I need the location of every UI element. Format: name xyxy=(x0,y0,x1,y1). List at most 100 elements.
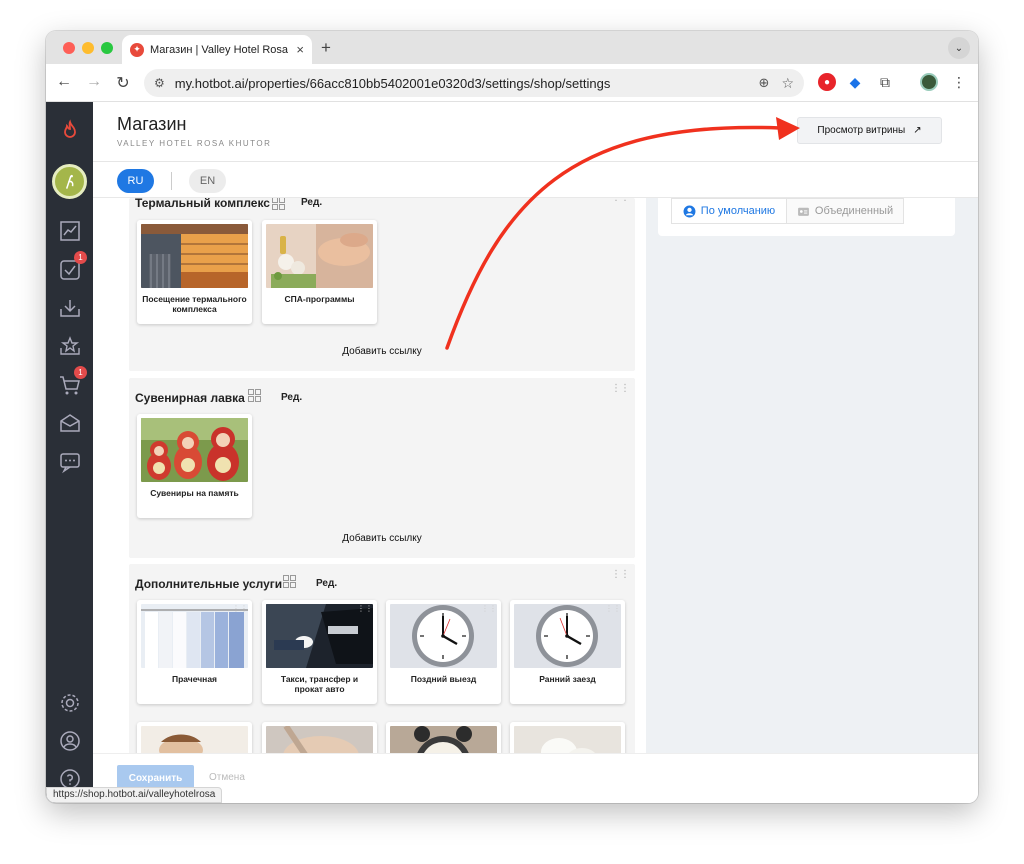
section-title: Сувенирная лавка xyxy=(135,391,245,405)
massage-hands-image xyxy=(266,726,373,753)
product-card-partial[interactable] xyxy=(510,722,625,753)
zoom-icon[interactable]: ⊕ xyxy=(759,75,770,91)
product-card-early-checkin[interactable]: Ранний заезд ⋮⋮ xyxy=(510,600,625,704)
link-hover-status-bar: https://shop.hotbot.ai/valleyhotelrosa xyxy=(46,787,223,803)
product-card-souvenirs[interactable]: Сувениры на память xyxy=(137,414,252,518)
language-ru-button[interactable]: RU xyxy=(117,169,154,193)
language-divider xyxy=(171,172,172,190)
hotbot-flame-icon[interactable] xyxy=(55,116,84,145)
browser-tab-active[interactable]: ✦ Магазин | Valley Hotel Rosa Khutor × xyxy=(122,35,312,64)
tab-search-chevron-icon[interactable]: ⌄ xyxy=(948,37,970,59)
close-window-button[interactable] xyxy=(63,42,75,54)
towels-image xyxy=(514,726,621,753)
tab-title: Магазин | Valley Hotel Rosa Khutor xyxy=(150,43,290,56)
product-card-partial[interactable] xyxy=(137,722,252,753)
sidebar: 1 1 xyxy=(46,102,93,803)
grid-layout-icon[interactable] xyxy=(248,389,261,402)
section-edit-button[interactable]: Ред. xyxy=(316,578,337,589)
product-card-label: Сувениры на память xyxy=(150,488,239,498)
section-souvenir-shop: Сувенирная лавка Ред. ⋮⋮ Сувениры на пам… xyxy=(129,378,635,558)
forward-arrow-icon[interactable]: → xyxy=(84,73,104,91)
card-drag-handle-icon[interactable]: ⋮⋮ xyxy=(357,604,373,613)
hotbot-favicon-icon: ✦ xyxy=(130,42,144,57)
product-card-spa[interactable]: СПА-программы xyxy=(262,220,377,324)
storefront-preview-button[interactable]: Просмотр витрины ↗ xyxy=(797,117,942,144)
grid-layout-icon[interactable] xyxy=(283,575,296,588)
car-door-image xyxy=(266,604,373,668)
view-merged-option[interactable]: Объединенный xyxy=(787,199,903,223)
ublock-extension-icon[interactable]: ● xyxy=(818,73,836,91)
drag-handle-icon[interactable]: ⋮⋮ xyxy=(611,569,630,580)
language-en-button[interactable]: EN xyxy=(189,169,226,193)
section-additional-services: Дополнительные услуги Ред. ⋮⋮ Прачечная … xyxy=(129,564,635,753)
section-thermal-complex: Термальный комплекс Ред. ⋮⋮ Посещение те… xyxy=(129,198,635,371)
drag-handle-icon[interactable]: ⋮⋮ xyxy=(611,383,630,394)
product-card-label: Ранний заезд xyxy=(539,674,596,684)
product-card-thermal[interactable]: Посещение термального комплекса xyxy=(137,220,252,324)
address-bar[interactable]: ⚙ my.hotbot.ai/properties/66acc810bb5402… xyxy=(144,69,804,97)
cart-badge: 1 xyxy=(74,366,87,379)
maximize-window-button[interactable] xyxy=(101,42,113,54)
user-circle-icon xyxy=(683,205,696,217)
reload-icon[interactable]: ↻ xyxy=(113,73,133,93)
form-footer: Сохранить Отмена xyxy=(93,753,978,803)
tasks-check-icon[interactable]: 1 xyxy=(55,251,87,284)
tab-close-icon[interactable]: × xyxy=(296,42,304,57)
product-card-laundry[interactable]: Прачечная ⋮⋮ xyxy=(137,600,252,704)
product-card-label: Прачечная xyxy=(171,674,218,684)
browser-menu-icon[interactable]: ⋮ xyxy=(950,73,968,91)
add-link-button[interactable]: Добавить ссылку xyxy=(129,346,635,357)
address-url[interactable]: my.hotbot.ai/properties/66acc810bb540200… xyxy=(175,76,751,91)
cancel-button[interactable]: Отмена xyxy=(209,772,245,783)
new-tab-button[interactable]: + xyxy=(321,38,331,58)
product-card-partial[interactable] xyxy=(262,722,377,753)
inbox-download-icon[interactable] xyxy=(55,293,84,322)
grid-layout-icon[interactable] xyxy=(272,198,285,210)
browser-toolbar: ← → ↻ ⚙ my.hotbot.ai/properties/66acc810… xyxy=(46,64,978,102)
alarm-clock-image xyxy=(390,726,497,753)
view-mode-toggle: По умолчанию Объединенный xyxy=(671,198,904,224)
view-default-label: По умолчанию xyxy=(700,205,776,217)
section-title: Термальный комплекс xyxy=(135,198,270,210)
user-profile-icon[interactable] xyxy=(55,726,84,755)
minimize-window-button[interactable] xyxy=(82,42,94,54)
matryoshka-dolls-image xyxy=(141,418,248,482)
drag-handle-icon[interactable]: ⋮⋮ xyxy=(611,198,630,203)
chat-bubble-icon[interactable] xyxy=(55,447,84,476)
product-card-partial[interactable] xyxy=(386,722,501,753)
spa-massage-image xyxy=(266,224,373,288)
language-switcher: RU EN xyxy=(93,162,978,198)
card-drag-handle-icon[interactable]: ⋮⋮ xyxy=(605,604,621,613)
clock-image xyxy=(514,604,621,668)
product-card-late-checkout[interactable]: Поздний выезд ⋮⋮ xyxy=(386,600,501,704)
settings-gear-icon[interactable] xyxy=(55,688,84,717)
view-merged-label: Объединенный xyxy=(814,205,894,217)
laundry-shirts-image xyxy=(141,604,248,668)
product-card-label: Посещение термального комплекса xyxy=(142,294,247,314)
property-name: VALLEY HOTEL ROSA KHUTOR xyxy=(117,139,272,148)
profile-avatar[interactable] xyxy=(920,73,938,91)
card-drag-handle-icon[interactable]: ⋮⋮ xyxy=(232,604,248,613)
site-settings-icon[interactable]: ⚙ xyxy=(154,76,165,90)
app-root: 1 1 Магазин VALLEY HOTEL ROSA KHUTOR Про… xyxy=(46,102,978,803)
product-card-taxi[interactable]: Такси, трансфер и прокат авто ⋮⋮ xyxy=(262,600,377,704)
page-title: Магазин xyxy=(117,114,187,134)
section-edit-button[interactable]: Ред. xyxy=(301,198,322,208)
mail-send-icon[interactable] xyxy=(55,408,84,437)
shop-cart-icon[interactable]: 1 xyxy=(55,366,87,399)
back-arrow-icon[interactable]: ← xyxy=(54,73,74,91)
reviews-star-icon[interactable] xyxy=(55,331,84,360)
view-default-option[interactable]: По умолчанию xyxy=(672,199,787,223)
section-edit-button[interactable]: Ред. xyxy=(281,392,302,403)
property-logo-avatar[interactable] xyxy=(52,164,87,199)
tag-extension-icon[interactable]: ◆ xyxy=(846,73,864,91)
bookmark-star-icon[interactable]: ☆ xyxy=(781,75,794,92)
extensions-puzzle-icon[interactable]: ⧉ xyxy=(876,73,894,91)
section-title: Дополнительные услуги xyxy=(135,577,283,591)
card-drag-handle-icon[interactable]: ⋮⋮ xyxy=(481,604,497,613)
layout-panel: По умолчанию Объединенный xyxy=(658,198,955,236)
tasks-badge: 1 xyxy=(74,251,87,264)
sauna-interior-image xyxy=(141,224,248,288)
analytics-chart-icon[interactable] xyxy=(55,216,84,245)
add-link-button[interactable]: Добавить ссылку xyxy=(129,533,635,544)
